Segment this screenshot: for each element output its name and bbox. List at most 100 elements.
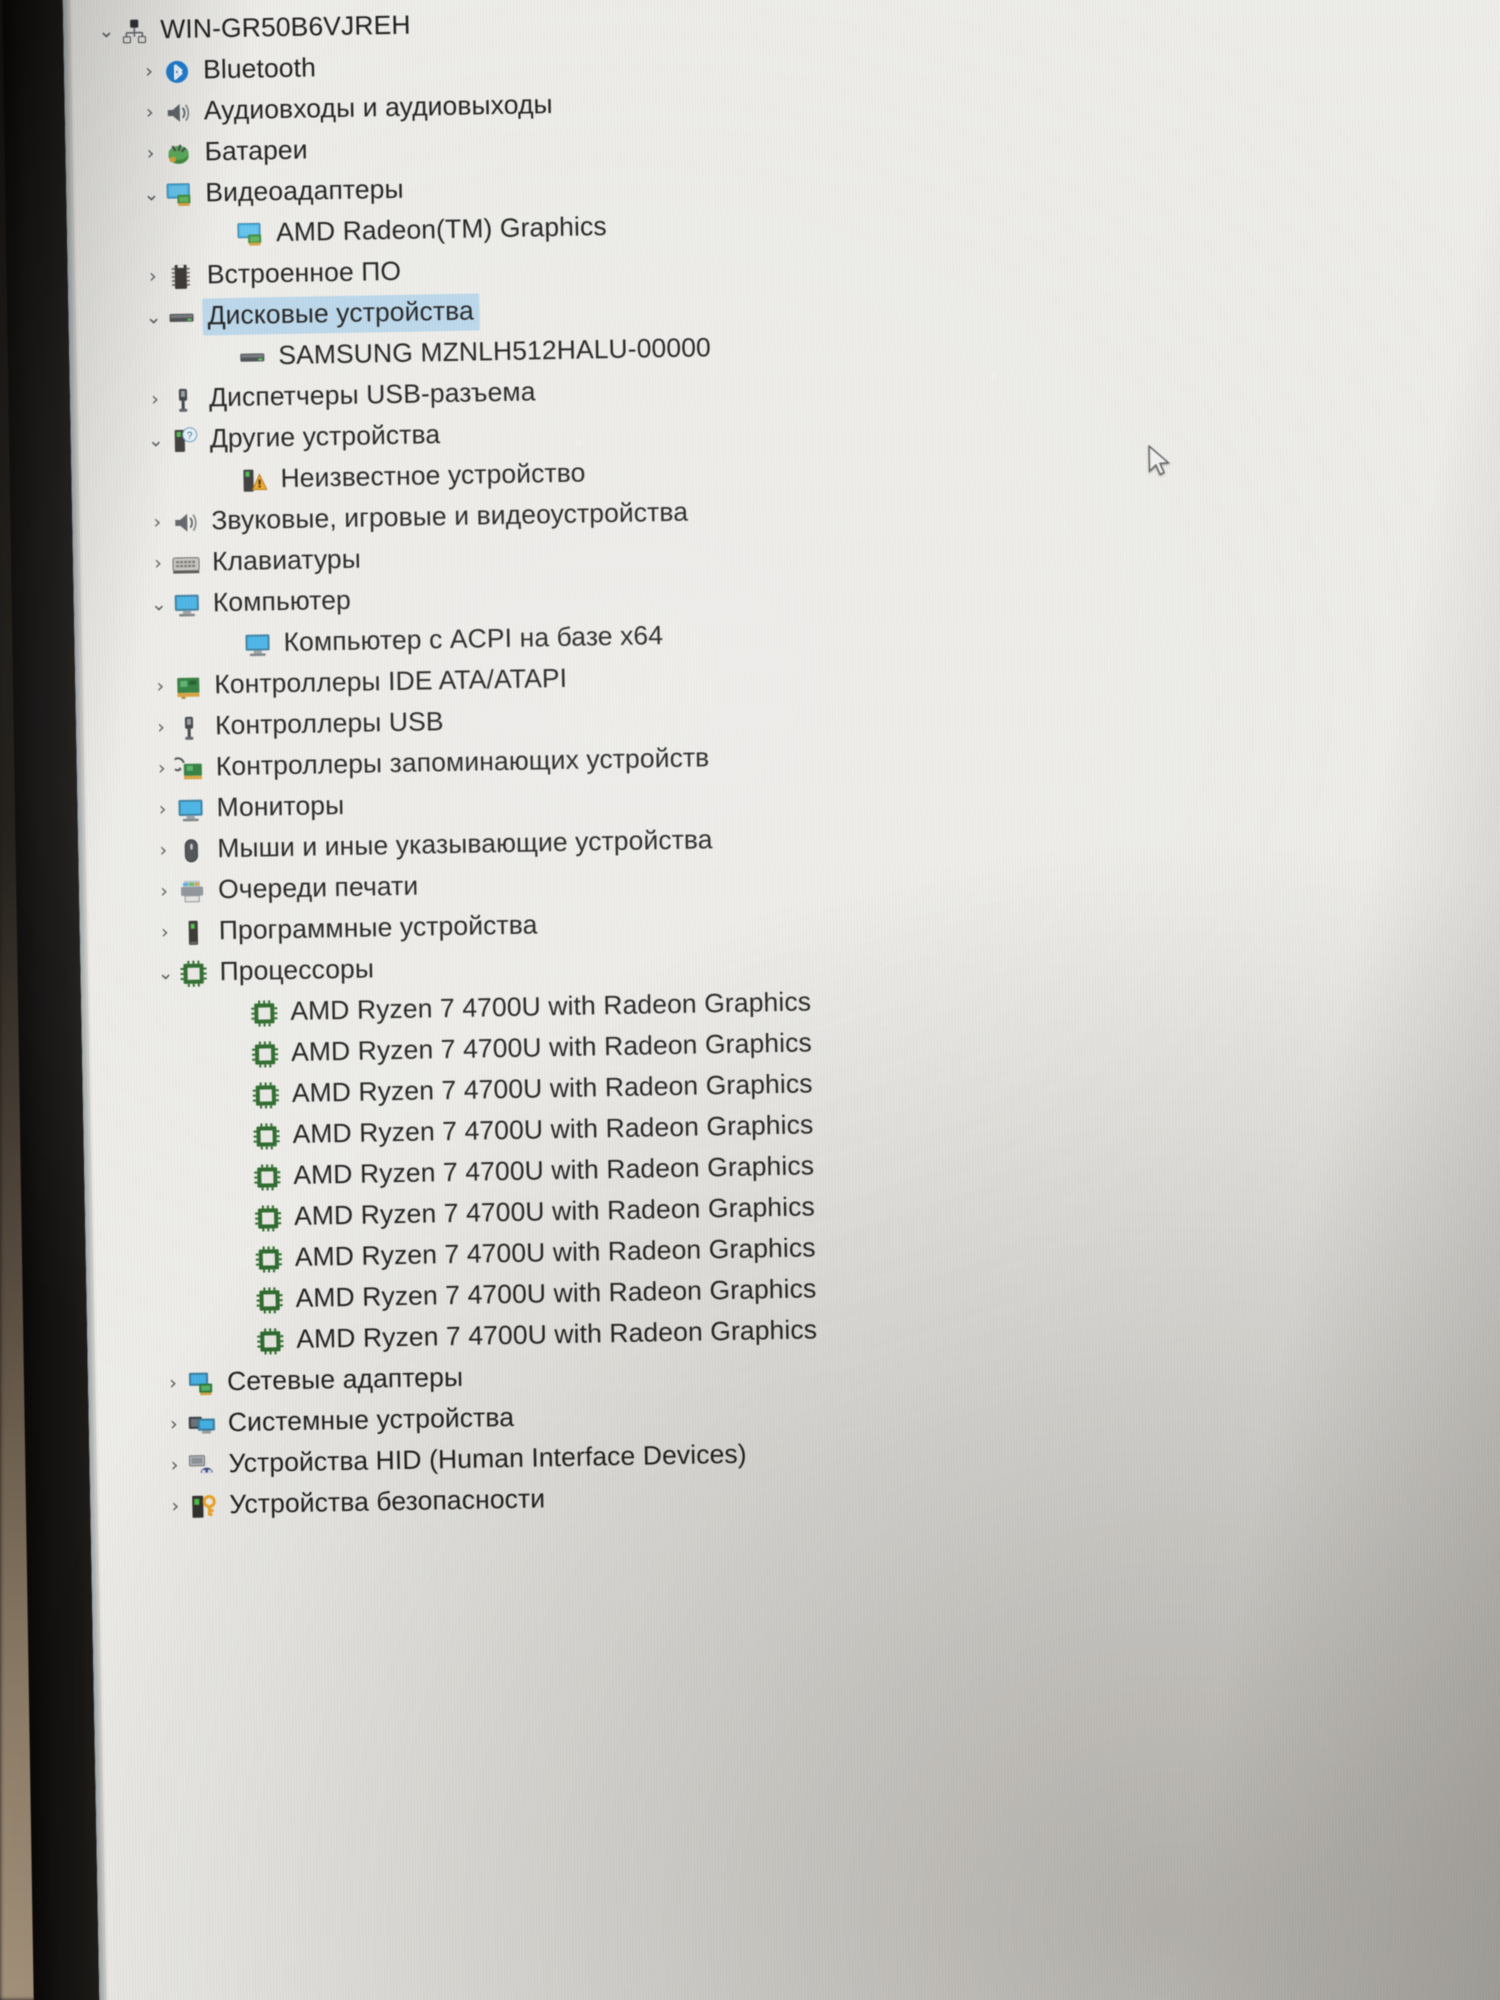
collapsed-chevron-icon[interactable]: › — [136, 60, 162, 82]
tree-node-label: Видеоадаптеры — [205, 173, 404, 208]
tree-node-label: Контроллеры USB — [214, 706, 444, 741]
tree-node-label: AMD Ryzen 7 4700U with Radeon Graphics — [292, 1109, 814, 1149]
controller-card-icon — [173, 671, 204, 702]
dust-speck — [575, 440, 581, 446]
tree-node-label: Bluetooth — [202, 52, 317, 85]
collapsed-chevron-icon[interactable]: › — [161, 1454, 187, 1476]
network-adapter-icon — [186, 1368, 217, 1399]
tree-node-label: Системные устройства — [227, 1401, 515, 1438]
tree-node-label: Очереди печати — [217, 870, 419, 905]
printer-icon — [177, 876, 208, 907]
battery-icon — [163, 138, 194, 169]
expanded-chevron-icon[interactable]: ⌄ — [143, 429, 169, 451]
tree-node-label: Встроенное ПО — [206, 255, 402, 290]
software-device-icon — [178, 917, 209, 948]
expanded-chevron-icon[interactable]: ⌄ — [138, 183, 164, 205]
collapsed-chevron-icon[interactable]: › — [137, 101, 163, 123]
tree-node-label: Компьютер — [212, 584, 352, 618]
device-tree[interactable]: ⌄ WIN-GR50B6VJREH › Bluetooth › Аудиовходы и … — [93, 0, 1500, 1528]
tree-node-label: Устройства безопасности — [229, 1483, 546, 1520]
expanded-chevron-icon[interactable]: ⌄ — [140, 306, 166, 328]
collapsed-chevron-icon[interactable]: › — [161, 1413, 187, 1435]
processor-icon — [255, 1326, 286, 1357]
tree-node-label: Процессоры — [219, 953, 375, 987]
collapsed-chevron-icon[interactable]: › — [151, 880, 177, 902]
tree-node-label: Мониторы — [216, 789, 345, 823]
collapsed-chevron-icon[interactable]: › — [150, 839, 176, 861]
collapsed-chevron-icon[interactable]: › — [148, 716, 174, 738]
tree-node-label: Устройства HID (Human Interface Devices) — [228, 1438, 747, 1479]
computer-network-icon — [119, 16, 150, 47]
collapsed-chevron-icon[interactable]: › — [145, 552, 171, 574]
tree-node-label: AMD Radeon(TM) Graphics — [275, 211, 607, 248]
tree-node-label: SAMSUNG MZNLH512HALU-00000 — [278, 332, 712, 371]
tree-node-label: Программные устройства — [218, 909, 538, 946]
tree-node-label: AMD Ryzen 7 4700U with Radeon Graphics — [293, 1150, 815, 1190]
dust-speck — [881, 1020, 888, 1026]
processor-icon — [251, 1080, 282, 1111]
warning-device-icon — [239, 465, 270, 496]
security-device-icon — [188, 1491, 219, 1522]
tree-node-label: AMD Ryzen 7 4700U with Radeon Graphics — [293, 1191, 816, 1231]
monitor-icon — [172, 589, 203, 620]
disk-drive-icon — [166, 302, 197, 333]
tree-node-label: Контроллеры IDE ATA/ATAPI — [214, 662, 568, 700]
collapsed-chevron-icon[interactable]: › — [149, 757, 175, 779]
processor-icon — [252, 1162, 283, 1193]
monitor-icon — [175, 794, 206, 825]
tree-node-label: Дисковые устройства — [203, 294, 480, 335]
collapsed-chevron-icon[interactable]: › — [142, 388, 168, 410]
tree-node-label: AMD Ryzen 7 4700U with Radeon Graphics — [295, 1273, 817, 1313]
svg-text:?: ? — [187, 430, 193, 441]
tree-node-label: Аудиовходы и аудиовыходы — [203, 89, 553, 126]
processor-icon — [178, 958, 209, 989]
processor-icon — [254, 1244, 285, 1275]
processor-icon — [249, 998, 280, 1029]
speaker-icon — [170, 507, 201, 538]
display-adapter-icon — [235, 219, 266, 250]
mouse-pointer — [1148, 444, 1171, 476]
tree-node-label: WIN-GR50B6VJREH — [160, 9, 411, 45]
unknown-device-icon: ? — [169, 425, 200, 456]
photo-of-screen: ⌄ WIN-GR50B6VJREH › Bluetooth › Аудиовходы и … — [0, 0, 1500, 2000]
tree-node-label: Мыши и иные указывающие устройства — [217, 824, 713, 864]
tree-node-label: Клавиатуры — [211, 543, 362, 577]
tree-node-label: Неизвестное устройство — [280, 457, 586, 494]
expanded-chevron-icon[interactable]: ⌄ — [146, 593, 172, 615]
bluetooth-icon — [162, 56, 193, 87]
system-device-icon — [187, 1409, 218, 1440]
collapsed-chevron-icon[interactable]: › — [162, 1495, 188, 1517]
disk-drive-icon — [237, 342, 268, 373]
collapsed-chevron-icon[interactable]: › — [137, 142, 163, 164]
hid-device-icon — [187, 1450, 218, 1481]
processor-icon — [253, 1203, 284, 1234]
keyboard-icon — [171, 548, 202, 579]
tree-node-label: Диспетчеры USB-разъема — [208, 376, 536, 413]
collapsed-chevron-icon[interactable]: › — [160, 1372, 186, 1394]
tree-node-label: Компьютер с ACPI на базе x64 — [283, 620, 664, 658]
tree-node-label: AMD Ryzen 7 4700U with Radeon Graphics — [291, 1068, 813, 1108]
display-adapter-icon — [164, 179, 195, 210]
processor-icon — [251, 1121, 282, 1152]
storage-controller-icon — [174, 753, 206, 784]
tree-node-label: Звуковые, игровые и видеоустройства — [211, 496, 689, 536]
tree-node-label: AMD Ryzen 7 4700U with Radeon Graphics — [290, 1027, 813, 1067]
tree-node-label: AMD Ryzen 7 4700U with Radeon Graphics — [294, 1232, 816, 1272]
tree-node-label: Сетевые адаптеры — [226, 1361, 464, 1397]
tree-node-label: Батареи — [204, 134, 308, 167]
monitor-icon — [242, 629, 273, 660]
speaker-icon — [163, 97, 194, 128]
processor-icon — [254, 1285, 285, 1316]
collapsed-chevron-icon[interactable]: › — [140, 265, 166, 287]
expanded-chevron-icon[interactable]: ⌄ — [93, 20, 119, 42]
tree-node-label: Контроллеры запоминающих устройств — [215, 742, 710, 782]
usb-connector-icon — [168, 384, 199, 415]
tree-node-label: AMD Ryzen 7 4700U with Radeon Graphics — [290, 986, 812, 1026]
collapsed-chevron-icon[interactable]: › — [144, 511, 170, 533]
mouse-icon — [176, 835, 207, 866]
collapsed-chevron-icon[interactable]: › — [149, 798, 175, 820]
tree-node-label: AMD Ryzen 7 4700U with Radeon Graphics — [296, 1314, 818, 1354]
expanded-chevron-icon[interactable]: ⌄ — [152, 962, 178, 984]
collapsed-chevron-icon[interactable]: › — [147, 675, 173, 697]
collapsed-chevron-icon[interactable]: › — [152, 921, 178, 943]
